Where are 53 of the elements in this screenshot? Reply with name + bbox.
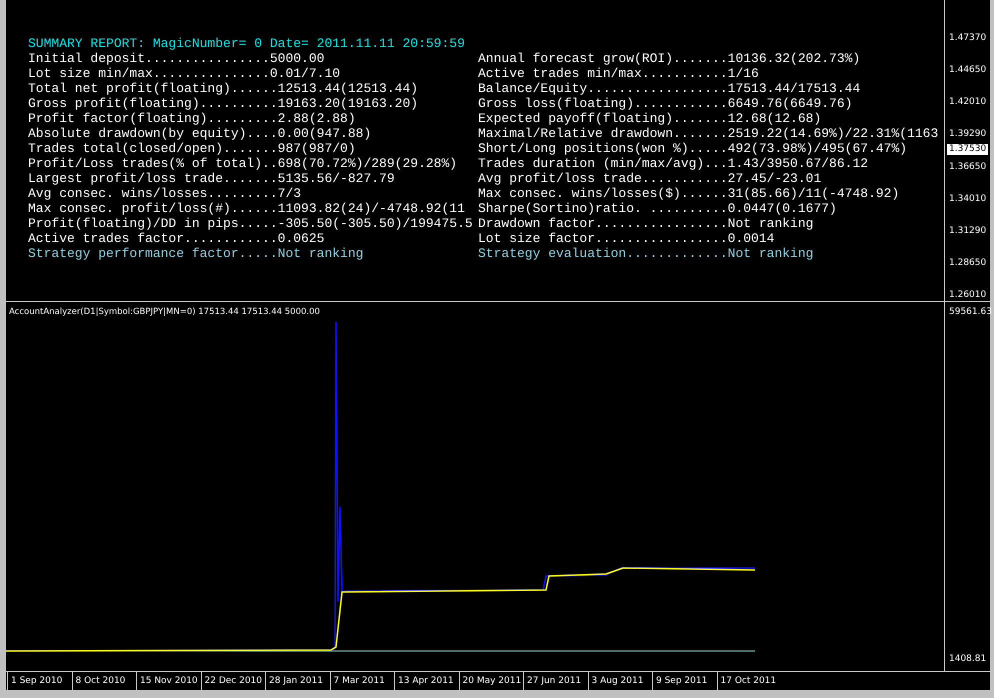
date-tick: 8 Oct 2010 bbox=[72, 672, 136, 690]
report-line: Initial deposit................5000.00 bbox=[28, 51, 324, 66]
report-line: Profit factor(floating).........2.88(2.88) bbox=[28, 111, 356, 126]
report-line: Annual forecast grow(ROI).......10136.32(202.73%) bbox=[478, 51, 860, 66]
report-title: SUMMARY REPORT: MagicNumber= 0 Date= 2011.11.11 20:59:59 bbox=[28, 36, 465, 51]
report-line: Strategy evaluation.............Not ranking bbox=[478, 246, 814, 261]
price-tick: 1.28650 bbox=[948, 258, 988, 269]
report-line: Short/Long positions(won %).....492(73.98%)/495(67.47%) bbox=[478, 141, 908, 156]
date-tick: 17 Oct 2011 bbox=[716, 672, 781, 690]
price-tick: 1.42010 bbox=[948, 97, 988, 108]
report-line: Absolute drawdown(by equity)....0.00(947.88) bbox=[28, 126, 372, 141]
date-tick: 28 Jan 2011 bbox=[265, 672, 330, 690]
date-tick: 9 Sep 2011 bbox=[652, 672, 716, 690]
price-tick: 1.34010 bbox=[948, 194, 988, 205]
date-tick: 22 Dec 2010 bbox=[200, 672, 265, 690]
date-tick: 7 Mar 2011 bbox=[330, 672, 394, 690]
report-line: Largest profit/loss trade.......5135.56/-827.79 bbox=[28, 171, 395, 186]
price-tick: 1.39290 bbox=[948, 129, 988, 140]
price-tick: 1.44650 bbox=[948, 65, 988, 76]
report-line: Drawdown factor.................Not ranking bbox=[478, 216, 814, 231]
report-line: Active trades min/max...........1/16 bbox=[478, 66, 759, 81]
report-line: Lot size factor.................0.0014 bbox=[478, 231, 774, 246]
report-line: Active trades factor............0.0625 bbox=[28, 231, 324, 246]
report-line: Profit(floating)/DD in pips.....-305.50(-305.50)/199475.5 bbox=[28, 216, 473, 231]
report-line: Max consec. profit/loss(#)......11093.82(24)/-4748.92(11 bbox=[28, 201, 465, 216]
report-line: Trades duration (min/max/avg)...1.43/3950.67/86.12 bbox=[478, 156, 868, 171]
date-tick: 20 May 2011 bbox=[458, 672, 523, 690]
price-tick: 1.31290 bbox=[948, 226, 988, 237]
report-line: Trades total(closed/open).......987(987/0) bbox=[28, 141, 356, 156]
date-tick: 13 Apr 2011 bbox=[394, 672, 458, 690]
price-tick: 1.47370 bbox=[948, 33, 988, 44]
report-line: Profit/Loss trades(% of total)..698(70.72%)/289(29.28%) bbox=[28, 156, 458, 171]
report-line: Lot size min/max...............0.01/7.10 bbox=[28, 66, 340, 81]
value-tick: 1408.81 bbox=[948, 654, 988, 665]
report-line: Maximal/Relative drawdown.......2519.22(14.69%)/22.31%(1163 bbox=[478, 126, 938, 141]
price-tick: 1.36650 bbox=[948, 162, 988, 172]
report-line: Balance/Equity..................17513.44/17513.44 bbox=[478, 81, 860, 96]
date-tick: 27 Jun 2011 bbox=[523, 672, 588, 690]
report-line: Avg profit/loss trade...........27.45/-23.01 bbox=[478, 171, 822, 186]
date-tick: 3 Aug 2011 bbox=[588, 672, 652, 690]
price-tick: 1.26010 bbox=[948, 290, 988, 301]
report-line: Strategy performance factor.....Not ranking bbox=[28, 246, 364, 261]
report-line: Max consec. wins/losses($)......31(85.66)/11(-4748.92) bbox=[478, 186, 900, 201]
date-tick: 15 Nov 2010 bbox=[136, 672, 200, 690]
report-line: Gross loss(floating)............6649.76(6649.76) bbox=[478, 96, 852, 111]
report-line: Avg consec. wins/losses.........7/3 bbox=[28, 186, 302, 201]
current-price-label: 1.37530 bbox=[947, 144, 988, 155]
report-line: Sharpe(Sortino)ratio. ..........0.0447(0.1677) bbox=[478, 201, 837, 216]
date-tick: 1 Sep 2010 bbox=[7, 672, 72, 690]
report-line: Gross profit(floating)..........19163.20(19163.20) bbox=[28, 96, 418, 111]
report-line: Expected payoff(floating).......12.68(12.68) bbox=[478, 111, 822, 126]
indicator-label: AccountAnalyzer(D1|Symbol:GBPJPY|MN=0) 17513.44 17513.44 5000.00 bbox=[9, 307, 320, 317]
report-line: Total net profit(floating)......12513.44(12513.44) bbox=[28, 81, 418, 96]
